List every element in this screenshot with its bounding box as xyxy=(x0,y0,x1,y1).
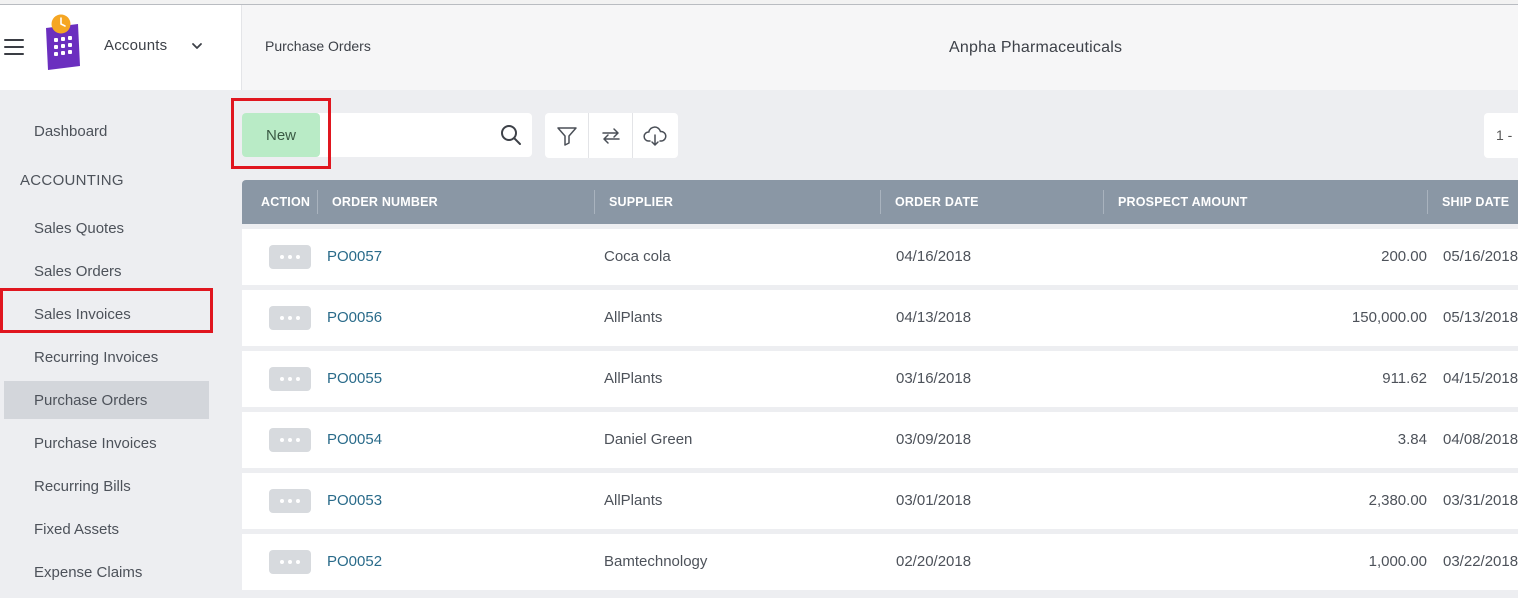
order-date-cell: 04/16/2018 xyxy=(896,248,972,265)
ship-date-cell: 05/13/2018 xyxy=(1443,309,1518,326)
column-divider xyxy=(594,190,595,214)
order-date-cell: 03/01/2018 xyxy=(896,492,972,509)
table-row[interactable]: PO0057 Coca cola 04/16/2018 200.00 05/16… xyxy=(242,229,1518,285)
company-name: Anpha Pharmaceuticals xyxy=(949,39,1123,56)
calculator-clock-logo xyxy=(46,14,80,70)
new-button[interactable]: New xyxy=(242,113,320,157)
pagination-info: 1 - xyxy=(1484,113,1518,158)
sidebar-item-sales-invoices[interactable]: Sales Invoices xyxy=(34,306,131,323)
search-input[interactable] xyxy=(326,118,491,152)
chevron-down-icon[interactable] xyxy=(191,41,203,51)
sidebar-item-sales-orders[interactable]: Sales Orders xyxy=(34,263,122,280)
breadcrumb: Purchase Orders xyxy=(265,38,371,54)
column-header-order-date[interactable]: ORDER DATE xyxy=(895,180,979,224)
column-header-prospect-amount[interactable]: PROSPECT AMOUNT xyxy=(1118,180,1248,224)
amount-cell: 3.84 xyxy=(1397,431,1427,448)
order-date-cell: 04/13/2018 xyxy=(896,309,972,326)
table-row[interactable]: PO0056 AllPlants 04/13/2018 150,000.00 0… xyxy=(242,290,1518,346)
amount-cell: 911.62 xyxy=(1382,370,1427,387)
swap-button[interactable] xyxy=(589,113,633,158)
amount-cell: 1,000.00 xyxy=(1368,553,1427,570)
table-row[interactable]: PO0054 Daniel Green 03/09/2018 3.84 04/0… xyxy=(242,412,1518,468)
column-header-action: ACTION xyxy=(261,195,311,209)
amount-cell: 2,380.00 xyxy=(1368,492,1427,509)
row-action-button[interactable] xyxy=(269,367,311,391)
row-action-button[interactable] xyxy=(269,428,311,452)
sidebar-item-sales-quotes[interactable]: Sales Quotes xyxy=(34,220,124,237)
supplier-cell: AllPlants xyxy=(604,492,663,509)
supplier-cell: Bamtechnology xyxy=(604,553,708,570)
order-number-link[interactable]: PO0052 xyxy=(327,534,382,590)
supplier-cell: AllPlants xyxy=(604,309,663,326)
amount-cell: 200.00 xyxy=(1381,248,1427,265)
sidebar-item-recurring-invoices[interactable]: Recurring Invoices xyxy=(34,349,158,366)
toolbar-actions xyxy=(545,113,678,158)
sidebar-item-recurring-bills[interactable]: Recurring Bills xyxy=(34,478,131,495)
sidebar-item-dashboard[interactable]: Dashboard xyxy=(34,123,107,140)
supplier-cell: AllPlants xyxy=(604,370,663,387)
cloud-download-icon xyxy=(643,125,667,146)
amount-cell: 150,000.00 xyxy=(1351,309,1427,326)
filter-icon xyxy=(556,126,577,146)
column-divider xyxy=(880,190,881,214)
ship-date-cell: 04/08/2018 xyxy=(1443,431,1518,448)
sidebar-item-fixed-assets[interactable]: Fixed Assets xyxy=(34,521,119,538)
filter-button[interactable] xyxy=(545,113,589,158)
sidebar-item-purchase-invoices[interactable]: Purchase Invoices xyxy=(34,435,157,452)
order-date-cell: 02/20/2018 xyxy=(896,553,972,570)
order-number-link[interactable]: PO0053 xyxy=(327,473,382,529)
column-divider xyxy=(1427,190,1428,214)
sidebar-item-purchase-orders[interactable]: Purchase Orders xyxy=(34,392,147,409)
ship-date-cell: 03/22/2018 xyxy=(1443,553,1518,570)
order-date-cell: 03/09/2018 xyxy=(896,431,972,448)
table-row[interactable]: PO0052 Bamtechnology 02/20/2018 1,000.00… xyxy=(242,534,1518,590)
column-header-ship-date[interactable]: SHIP DATE xyxy=(1442,180,1509,224)
order-number-link[interactable]: PO0056 xyxy=(327,290,382,346)
column-header-order-number[interactable]: ORDER NUMBER xyxy=(332,180,438,224)
row-action-button[interactable] xyxy=(269,489,311,513)
supplier-cell: Daniel Green xyxy=(604,431,693,448)
order-date-cell: 03/16/2018 xyxy=(896,370,972,387)
supplier-cell: Coca cola xyxy=(604,248,671,265)
row-action-button[interactable] xyxy=(269,550,311,574)
table-header: ACTION ORDER NUMBER SUPPLIER ORDER DATE … xyxy=(242,180,1518,224)
sidebar-section-accounting: ACCOUNTING xyxy=(20,172,124,189)
sidebar: Dashboard ACCOUNTING Sales Quotes Sales … xyxy=(0,90,228,598)
ship-date-cell: 05/16/2018 xyxy=(1443,248,1518,265)
order-number-link[interactable]: PO0057 xyxy=(327,229,382,285)
ship-date-cell: 03/31/2018 xyxy=(1443,492,1518,509)
row-action-button[interactable] xyxy=(269,306,311,330)
row-action-button[interactable] xyxy=(269,245,311,269)
top-header: Accounts Purchase Orders Anpha Pharmaceu… xyxy=(0,5,1518,90)
swap-icon xyxy=(601,127,620,144)
app-switcher-label[interactable]: Accounts xyxy=(104,37,167,54)
search-icon[interactable] xyxy=(500,124,522,146)
brand-area: Accounts xyxy=(0,5,242,90)
table-row[interactable]: PO0055 AllPlants 03/16/2018 911.62 04/15… xyxy=(242,351,1518,407)
ship-date-cell: 04/15/2018 xyxy=(1443,370,1518,387)
download-button[interactable] xyxy=(633,113,677,158)
order-number-link[interactable]: PO0054 xyxy=(327,412,382,468)
sidebar-item-expense-claims[interactable]: Expense Claims xyxy=(34,564,142,581)
column-header-supplier[interactable]: SUPPLIER xyxy=(609,180,673,224)
table-row[interactable]: PO0053 AllPlants 03/01/2018 2,380.00 03/… xyxy=(242,473,1518,529)
column-divider xyxy=(1103,190,1104,214)
menu-icon[interactable] xyxy=(4,38,24,56)
column-divider xyxy=(317,190,318,214)
order-number-link[interactable]: PO0055 xyxy=(327,351,382,407)
